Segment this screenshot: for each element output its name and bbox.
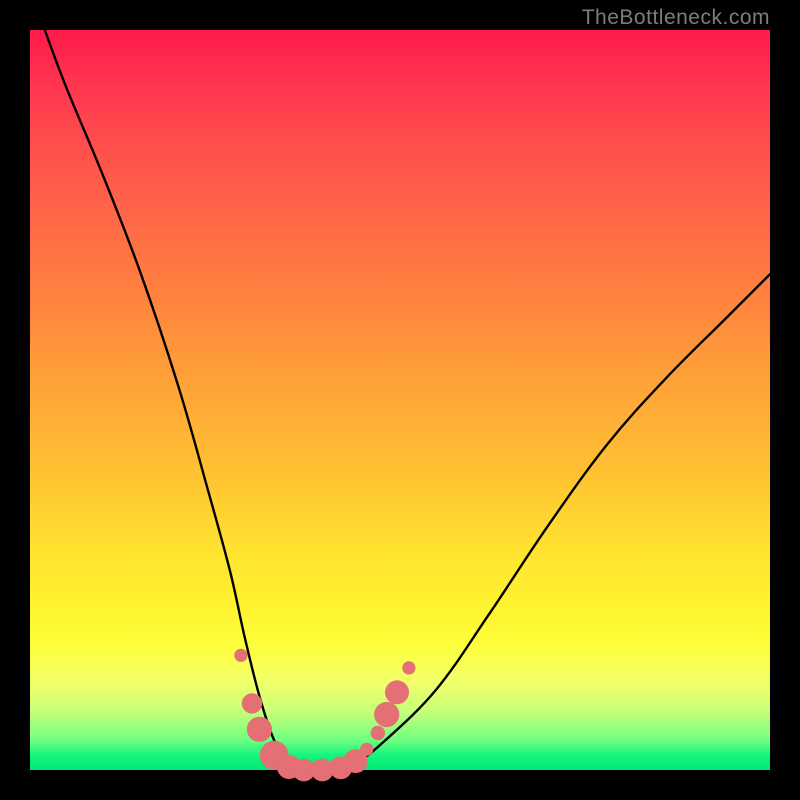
- plot-area: [30, 30, 770, 770]
- highlighted-points: [234, 649, 415, 782]
- marker-dot: [360, 743, 373, 756]
- marker-dot: [371, 726, 385, 740]
- marker-dot: [402, 661, 415, 674]
- watermark-text: TheBottleneck.com: [582, 6, 770, 30]
- chart-frame: TheBottleneck.com: [0, 0, 800, 800]
- marker-dot: [374, 702, 399, 727]
- bottleneck-curve: [45, 30, 770, 771]
- curve-layer: [30, 30, 770, 770]
- marker-dot: [247, 717, 272, 742]
- marker-dot: [242, 693, 262, 713]
- marker-dot: [385, 680, 409, 704]
- marker-dot: [234, 649, 247, 662]
